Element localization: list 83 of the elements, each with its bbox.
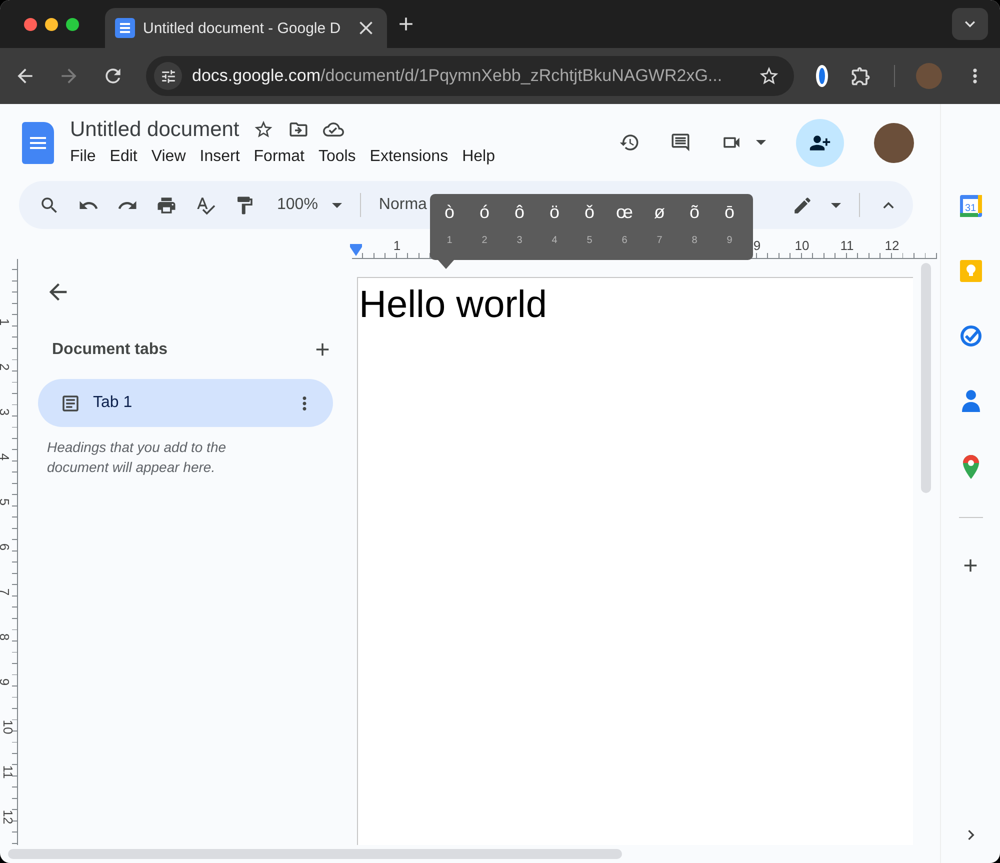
indent-marker[interactable]	[350, 244, 362, 256]
accent-option[interactable]: õ	[689, 202, 700, 223]
print-icon[interactable]	[156, 194, 177, 216]
close-window-icon[interactable]	[24, 18, 37, 30]
document-text: Hello world	[359, 284, 548, 327]
document-icon	[60, 392, 81, 414]
shortcut-number: 8	[692, 235, 698, 246]
caret-icon[interactable]	[756, 140, 766, 145]
calendar-icon[interactable]: 31	[958, 194, 982, 218]
history-icon[interactable]	[619, 132, 640, 153]
map-pin-icon[interactable]	[962, 454, 980, 480]
menu-item[interactable]: View	[144, 146, 193, 168]
url-text: docs.google.com/document/d/1PqymnXebb_zRchtjtBkuNAGWR2xG...	[192, 66, 724, 86]
zoom-select[interactable]: 100%	[277, 196, 342, 214]
tab-menu-button[interactable]	[952, 8, 988, 40]
shortcut-number: 1	[446, 235, 452, 246]
comment-icon[interactable]	[670, 132, 691, 153]
menu-item[interactable]: Edit	[102, 146, 144, 168]
accent-option[interactable]: ô	[514, 202, 524, 223]
star-icon[interactable]	[758, 65, 780, 87]
ruler-number: 2	[0, 363, 12, 371]
accent-option[interactable]: ó	[479, 202, 490, 223]
minimize-window-icon[interactable]	[45, 18, 58, 30]
accent-option[interactable]: ò	[444, 202, 454, 223]
accent-option[interactable]: œ	[616, 202, 633, 223]
avatar[interactable]	[874, 122, 914, 162]
puzzle-icon[interactable]	[850, 65, 872, 87]
sidebar-heading: Document tabs	[52, 340, 168, 358]
document-title[interactable]: Untitled document	[70, 118, 240, 142]
sliders-icon[interactable]	[154, 62, 182, 90]
accent-option[interactable]: ö	[549, 202, 560, 223]
ruler-number: 12	[2, 810, 15, 824]
ruler-number: 6	[0, 543, 12, 551]
ruler-number: 1	[393, 239, 401, 252]
ruler-number: 7	[0, 588, 12, 596]
search-icon[interactable]	[39, 194, 60, 216]
menu-item[interactable]: Insert	[192, 146, 247, 168]
style-select[interactable]: Norma	[378, 196, 427, 214]
ruler-number: 5	[0, 498, 12, 506]
ruler-number: 10	[794, 239, 810, 252]
menu-item[interactable]: Help	[455, 146, 502, 168]
ruler-number: 9	[753, 239, 761, 252]
shortcut-number: 7	[656, 235, 662, 246]
person-icon[interactable]	[960, 389, 980, 413]
document-tab[interactable]: Tab 1	[38, 379, 333, 427]
ruler-number: 3	[0, 408, 12, 416]
ruler-number: 12	[884, 239, 900, 252]
ruler-number: 4	[0, 453, 12, 461]
shortcut-number: 6	[622, 235, 628, 246]
shortcut-number: 9	[726, 235, 732, 246]
accent-option[interactable]: ǒ	[584, 202, 594, 223]
docs-logo-icon[interactable]	[22, 122, 54, 164]
accent-option[interactable]: ō	[724, 202, 734, 223]
scrollbar-thumb[interactable]	[8, 849, 622, 859]
ruler-number: 10	[2, 720, 15, 734]
star-icon[interactable]	[253, 119, 274, 140]
ruler-number: 9	[0, 678, 12, 686]
accent-option[interactable]: ø	[654, 202, 665, 223]
share-button[interactable]	[796, 118, 844, 166]
caret-icon[interactable]	[831, 202, 841, 208]
address-field[interactable]: docs.google.com/document/d/1PqymnXebb_zRchtjtBkuNAGWR2xG...	[146, 56, 794, 96]
menu-item[interactable]: File	[63, 146, 103, 168]
ruler-number: 11	[840, 239, 854, 252]
menu-item[interactable]: Extensions	[362, 146, 456, 168]
ruler-number: 11	[1, 765, 14, 779]
maximize-window-icon[interactable]	[66, 18, 79, 30]
tab-title: Untitled document - Google D	[143, 20, 342, 36]
pencil-icon[interactable]	[792, 194, 813, 216]
task-check-icon[interactable]	[958, 324, 982, 348]
menu-item[interactable]: Format	[246, 146, 312, 168]
shortcut-number: 4	[552, 235, 558, 246]
ruler-number: 1	[0, 318, 12, 326]
shortcut-number: 2	[482, 235, 488, 246]
shortcut-number: 3	[516, 235, 522, 246]
document-icon	[115, 18, 135, 38]
scrollbar-thumb[interactable]	[921, 263, 931, 493]
extension-icon[interactable]	[816, 65, 828, 87]
ruler-number: 8	[0, 633, 12, 641]
browser-tab[interactable]: Untitled document - Google D	[105, 8, 387, 48]
menu-item[interactable]: Tools	[311, 146, 363, 168]
spellcheck-icon[interactable]	[195, 194, 216, 216]
shortcut-number: 5	[586, 235, 592, 246]
outline-hint: Headings that you add to the document will appear here.	[46, 438, 228, 477]
